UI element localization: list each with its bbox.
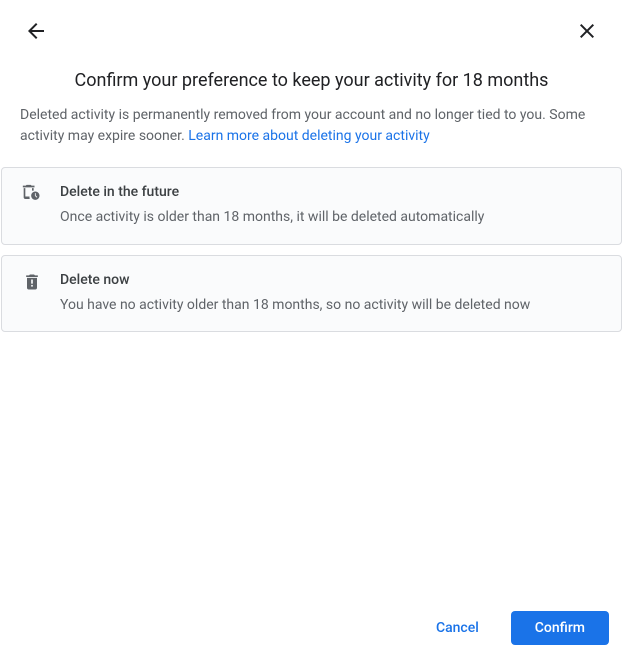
delete-future-content: Delete in the future Once activity is ol… — [60, 184, 601, 228]
back-button[interactable] — [16, 12, 56, 52]
delete-future-card[interactable]: Delete in the future Once activity is ol… — [1, 167, 622, 245]
dialog-title: Confirm your preference to keep your act… — [0, 64, 623, 105]
delete-now-desc: You have no activity older than 18 month… — [60, 296, 601, 316]
delete-now-title: Delete now — [60, 272, 601, 288]
confirm-button[interactable]: Confirm — [511, 611, 609, 645]
dialog-description: Deleted activity is permanently removed … — [0, 105, 623, 167]
delete-now-card[interactable]: Delete now You have no activity older th… — [1, 255, 622, 333]
arrow-back-icon — [24, 19, 48, 46]
delete-future-title: Delete in the future — [60, 184, 601, 200]
dialog-header — [0, 0, 623, 64]
close-button[interactable] — [567, 12, 607, 52]
delete-future-desc: Once activity is older than 18 months, i… — [60, 208, 601, 228]
cancel-button[interactable]: Cancel — [412, 611, 503, 645]
dialog-footer: Cancel Confirm — [412, 611, 609, 645]
delete-alert-icon — [22, 272, 42, 292]
delete-now-content: Delete now You have no activity older th… — [60, 272, 601, 316]
learn-more-link[interactable]: Learn more about deleting your activity — [188, 128, 430, 144]
close-icon — [575, 19, 599, 46]
auto-delete-icon — [22, 184, 42, 204]
